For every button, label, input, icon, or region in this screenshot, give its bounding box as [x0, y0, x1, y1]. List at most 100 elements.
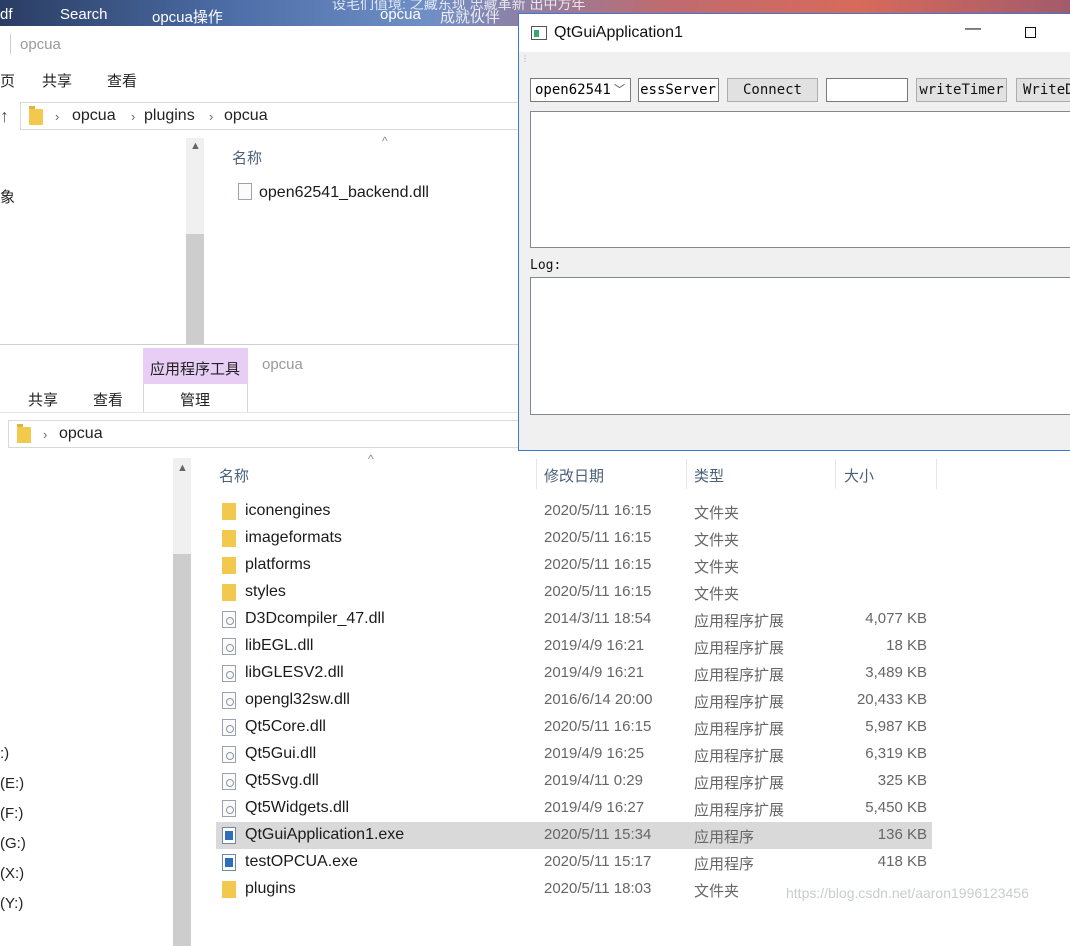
- file-row[interactable]: styles 2020/5/11 16:15 文件夹: [216, 579, 932, 606]
- ribbon-tab-share[interactable]: 共享: [42, 70, 72, 91]
- connect-button[interactable]: Connect: [727, 78, 818, 102]
- file-type: 应用程序扩展: [694, 748, 785, 765]
- output-text-area[interactable]: [530, 111, 1070, 248]
- column-separator[interactable]: [686, 459, 687, 489]
- file-row[interactable]: QtGuiApplication1.exe 2020/5/11 15:34 应用程序…: [216, 822, 932, 849]
- folder-icon: [29, 106, 43, 125]
- ribbon-tab-manage[interactable]: 管理: [180, 389, 210, 410]
- file-date: 2020/5/11 18:03: [544, 880, 652, 897]
- file-name-backend-dll[interactable]: open62541_backend.dll: [259, 184, 429, 202]
- file-name: testOPCUA.exe: [245, 853, 358, 870]
- column-separator[interactable]: [835, 459, 836, 489]
- column-header-name[interactable]: 名称: [232, 147, 262, 168]
- file-row[interactable]: Qt5Svg.dll 2019/4/11 0:29 应用程序扩展 325 KB: [216, 768, 932, 795]
- chevron-right-icon: ›: [43, 427, 48, 442]
- file-type: 应用程序扩展: [694, 694, 785, 711]
- maximize-icon[interactable]: [1025, 27, 1036, 38]
- scroll-up-icon[interactable]: ▲: [177, 462, 188, 474]
- column-separator[interactable]: [936, 459, 937, 489]
- file-type: 文件夹: [694, 532, 740, 549]
- breadcrumb-opcua[interactable]: opcua: [72, 107, 116, 125]
- drive-item-e[interactable]: (E:): [0, 775, 24, 792]
- qt-app-window: QtGuiApplication1 — ⋮ open62541 ﹀ cessSe…: [518, 13, 1070, 451]
- write-button[interactable]: WriteD: [1016, 78, 1070, 102]
- file-row[interactable]: libEGL.dll 2019/4/9 16:21 应用程序扩展 18 KB: [216, 633, 932, 660]
- folder-icon: [222, 881, 236, 898]
- window-title: opcua: [20, 36, 61, 53]
- nav-scrollbar[interactable]: ▲: [173, 458, 191, 946]
- drive-item[interactable]: :): [0, 745, 9, 762]
- ribbon-tab-view[interactable]: 查看: [107, 70, 137, 91]
- file-name: Qt5Svg.dll: [245, 772, 319, 789]
- write-timer-button[interactable]: writeTimer: [916, 78, 1007, 102]
- ribbon-tab-page[interactable]: 页: [0, 70, 15, 91]
- file-date: 2020/5/11 16:15: [544, 556, 652, 573]
- file-row[interactable]: Qt5Core.dll 2020/5/11 16:15 应用程序扩展 5,987 KB: [216, 714, 932, 741]
- file-row[interactable]: platforms 2020/5/11 16:15 文件夹: [216, 552, 932, 579]
- column-header-date[interactable]: 修改日期: [544, 465, 604, 486]
- column-header-type[interactable]: 类型: [694, 465, 724, 486]
- ribbon-tab-view[interactable]: 查看: [93, 389, 123, 410]
- drive-item-g[interactable]: (G:): [0, 835, 26, 852]
- taskbar-item-opcua[interactable]: opcua: [380, 6, 421, 23]
- drive-item-f[interactable]: (F:): [0, 805, 23, 822]
- address-bar[interactable]: › opcua: [8, 420, 520, 448]
- taskbar-item-opcua-ops[interactable]: opcua操作: [152, 6, 223, 27]
- file-size: 5,987 KB: [865, 718, 927, 735]
- file-row[interactable]: Qt5Widgets.dll 2019/4/9 16:27 应用程序扩展 5,450 …: [216, 795, 932, 822]
- toolbar-grip-icon: ⋮: [521, 54, 530, 63]
- file-type: 应用程序: [694, 856, 755, 873]
- file-name: Qt5Gui.dll: [245, 745, 317, 762]
- log-text-area[interactable]: [530, 277, 1070, 415]
- title-bar[interactable]: QtGuiApplication1 —: [519, 14, 1070, 52]
- backend-select[interactable]: open62541 ﹀: [530, 78, 631, 102]
- file-type: 文件夹: [694, 586, 740, 603]
- file-row[interactable]: libGLESV2.dll 2019/4/9 16:21 应用程序扩展 3,489 K…: [216, 660, 932, 687]
- file-date: 2019/4/9 16:25: [544, 745, 645, 762]
- minimize-icon[interactable]: —: [965, 20, 981, 38]
- file-row[interactable]: testOPCUA.exe 2020/5/11 15:17 应用程序 418 KB: [216, 849, 932, 876]
- file-date: 2020/5/11 15:34: [544, 826, 652, 843]
- value-field[interactable]: [826, 78, 908, 102]
- column-header-size[interactable]: 大小: [844, 465, 874, 486]
- taskbar-item-df[interactable]: df: [0, 6, 13, 23]
- ribbon-context-tab[interactable]: 应用程序工具: [143, 348, 248, 384]
- scrollbar-thumb[interactable]: [173, 554, 191, 946]
- file-row[interactable]: iconengines 2020/5/11 16:15 文件夹: [216, 498, 932, 525]
- dll-file-icon: [222, 773, 236, 790]
- file-size: 5,450 KB: [865, 799, 927, 816]
- explorer-window-plugins: opcua 页 共享 查看 ↑ › opcua › plugins › opcu…: [0, 26, 520, 344]
- file-row[interactable]: D3Dcompiler_47.dll 2014/3/11 18:54 应用程序扩展 4…: [216, 606, 932, 633]
- file-row[interactable]: imageformats 2020/5/11 16:15 文件夹: [216, 525, 932, 552]
- chevron-right-icon: ›: [209, 109, 214, 124]
- exe-file-icon: [222, 854, 236, 871]
- up-arrow-icon[interactable]: ↑: [0, 106, 9, 127]
- breadcrumb-opcua-2[interactable]: opcua: [224, 107, 268, 125]
- file-type: 应用程序扩展: [694, 640, 785, 657]
- server-url-field[interactable]: cessServer: [638, 78, 719, 102]
- backend-select-value: open62541: [535, 82, 611, 98]
- file-row[interactable]: Qt5Gui.dll 2019/4/9 16:25 应用程序扩展 6,319 KB: [216, 741, 932, 768]
- column-separator[interactable]: [536, 459, 537, 489]
- breadcrumb-plugins[interactable]: plugins: [144, 107, 195, 125]
- file-name: opengl32sw.dll: [245, 691, 350, 708]
- app-window-icon: [531, 26, 547, 40]
- file-row[interactable]: opengl32sw.dll 2016/6/14 20:00 应用程序扩展 20,43…: [216, 687, 932, 714]
- nav-item-partial[interactable]: 象: [0, 186, 15, 207]
- file-name: libEGL.dll: [245, 637, 314, 654]
- drive-item-x[interactable]: (X:): [0, 865, 24, 882]
- address-bar[interactable]: › opcua › plugins › opcua: [20, 102, 520, 130]
- file-name: plugins: [245, 880, 296, 897]
- scrollbar-thumb[interactable]: [186, 234, 204, 344]
- column-header-name[interactable]: 名称: [219, 465, 249, 486]
- breadcrumb-opcua[interactable]: opcua: [59, 425, 103, 443]
- scroll-up-icon[interactable]: ▲: [190, 140, 201, 152]
- taskbar-item-search[interactable]: Search: [60, 6, 108, 23]
- ribbon-tab-share[interactable]: 共享: [28, 389, 58, 410]
- window-border: [0, 344, 520, 345]
- chevron-right-icon: ›: [55, 109, 60, 124]
- file-date: 2020/5/11 16:15: [544, 529, 652, 546]
- drive-item-y[interactable]: (Y:): [0, 895, 23, 912]
- file-name: QtGuiApplication1.exe: [245, 826, 405, 843]
- nav-scrollbar[interactable]: ▲: [186, 138, 204, 344]
